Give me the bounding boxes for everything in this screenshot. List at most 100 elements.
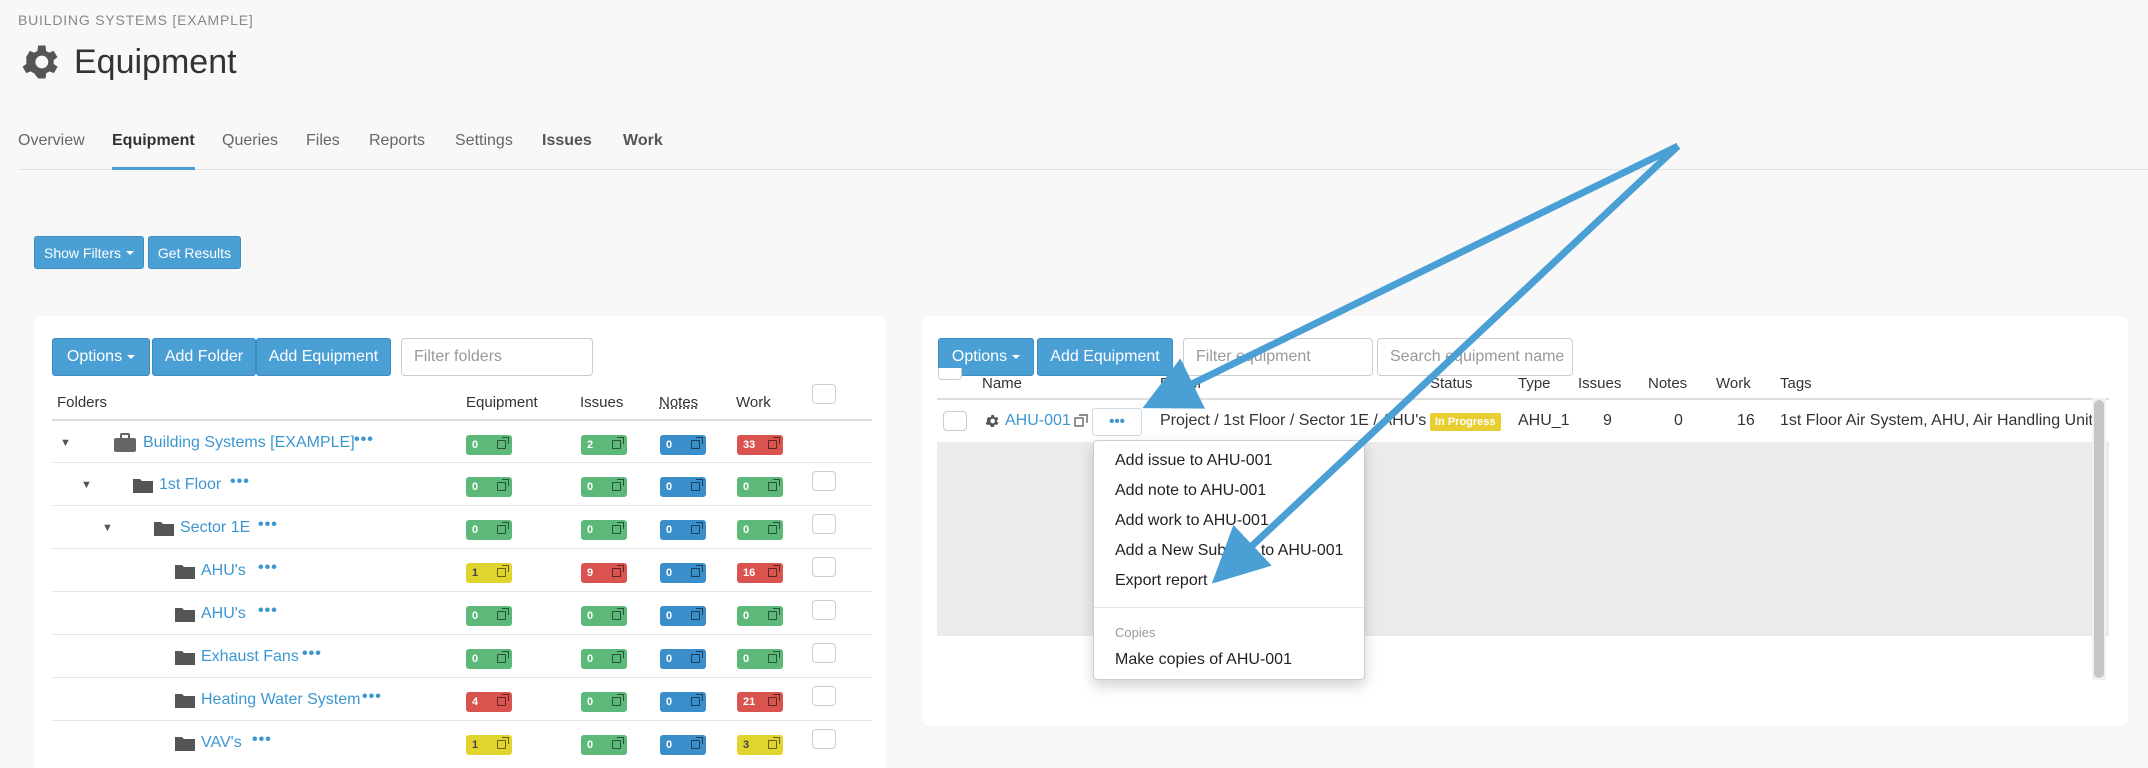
row-checkbox[interactable] — [812, 686, 836, 706]
notes-count-badge[interactable]: 0 — [660, 435, 706, 455]
row-checkbox[interactable] — [812, 600, 836, 620]
folder-row[interactable]: ▼ 1st Floor ••• 0 0 0 0 — [52, 462, 872, 505]
collapse-toggle-icon[interactable]: ▼ — [60, 437, 71, 449]
issues-count-badge[interactable]: 0 — [581, 735, 627, 755]
folder-label[interactable]: Building Systems [EXAMPLE] — [143, 434, 355, 452]
row-checkbox[interactable] — [812, 471, 836, 491]
equipment-count-badge[interactable]: 0 — [466, 606, 512, 626]
issues-count-badge[interactable]: 0 — [581, 520, 627, 540]
issues-count-badge[interactable]: 2 — [581, 435, 627, 455]
tab-settings[interactable]: Settings — [455, 132, 513, 170]
menu-item-add-subitem[interactable]: Add a New Subitem to AHU-001 — [1115, 542, 1344, 560]
more-options-icon[interactable]: ••• — [258, 559, 278, 577]
issues-count-badge[interactable]: 9 — [581, 563, 627, 583]
issues-count-badge[interactable]: 0 — [581, 477, 627, 497]
folder-label[interactable]: VAV's — [201, 734, 242, 752]
more-options-icon[interactable]: ••• — [302, 645, 322, 663]
equipment-count-badge[interactable]: 1 — [466, 563, 512, 583]
folder-row[interactable]: Exhaust Fans ••• 0 0 0 0 — [52, 634, 872, 677]
equipment-count-badge[interactable]: 0 — [466, 520, 512, 540]
add-equipment-button[interactable]: Add Equipment — [256, 338, 391, 376]
search-equipment-input[interactable]: Search equipment name — [1377, 338, 1573, 376]
options-button[interactable]: Options — [52, 338, 150, 376]
select-all-checkbox[interactable] — [938, 368, 962, 380]
more-options-icon[interactable]: ••• — [230, 473, 250, 491]
add-folder-button[interactable]: Add Folder — [152, 338, 256, 376]
filter-folders-input[interactable]: Filter folders — [401, 338, 593, 376]
row-checkbox[interactable] — [812, 643, 836, 663]
menu-item-add-note[interactable]: Add note to AHU-001 — [1115, 482, 1266, 500]
collapse-toggle-icon[interactable]: ▼ — [81, 479, 92, 491]
work-count-badge[interactable]: 33 — [737, 435, 783, 455]
row-actions-button[interactable]: ••• — [1092, 408, 1142, 436]
work-count-badge[interactable]: 0 — [737, 649, 783, 669]
equipment-count-badge[interactable]: 0 — [466, 435, 512, 455]
notes-count-badge[interactable]: 0 — [660, 649, 706, 669]
work-count-badge[interactable]: 0 — [737, 606, 783, 626]
notes-count-badge[interactable]: 0 — [660, 477, 706, 497]
folder-label[interactable]: AHU's — [201, 605, 246, 623]
folder-label[interactable]: Sector 1E — [180, 519, 250, 537]
issues-count-badge[interactable]: 0 — [581, 692, 627, 712]
issues-count-badge[interactable]: 0 — [581, 606, 627, 626]
row-checkbox[interactable] — [812, 729, 836, 749]
more-options-icon[interactable]: ••• — [354, 431, 374, 449]
folder-label[interactable]: Heating Water System — [201, 691, 360, 709]
row-checkbox[interactable] — [812, 557, 836, 577]
menu-item-add-issue[interactable]: Add issue to AHU-001 — [1115, 452, 1272, 470]
tab-reports[interactable]: Reports — [369, 132, 425, 170]
more-options-icon[interactable]: ••• — [252, 731, 272, 749]
work-count-badge[interactable]: 3 — [737, 735, 783, 755]
row-checkbox[interactable] — [943, 411, 967, 431]
equipment-count-badge[interactable]: 0 — [466, 649, 512, 669]
tab-issues[interactable]: Issues — [542, 132, 592, 170]
equipment-row[interactable]: AHU-001 ••• Project / 1st Floor / Sector… — [937, 400, 2109, 442]
get-results-button[interactable]: Get Results — [148, 236, 241, 269]
scrollbar-thumb[interactable] — [2094, 400, 2104, 678]
tab-work[interactable]: Work — [623, 132, 663, 170]
tab-equipment[interactable]: Equipment — [112, 132, 195, 170]
tab-overview[interactable]: Overview — [18, 132, 85, 170]
work-count-badge[interactable]: 0 — [737, 520, 783, 540]
filter-equipment-input[interactable]: Filter equipment — [1183, 338, 1373, 376]
equipment-count-badge[interactable]: 4 — [466, 692, 512, 712]
notes-count-badge[interactable]: 0 — [660, 606, 706, 626]
folder-label[interactable]: Exhaust Fans — [201, 648, 299, 666]
col-issues: Issues — [1578, 375, 1622, 392]
tab-queries[interactable]: Queries — [222, 132, 278, 170]
work-count-badge[interactable]: 21 — [737, 692, 783, 712]
equipment-count-badge[interactable]: 0 — [466, 477, 512, 497]
menu-item-export-report[interactable]: Export report — [1115, 572, 1207, 590]
issues-count-badge[interactable]: 0 — [581, 649, 627, 669]
notes-count-badge[interactable]: 0 — [660, 563, 706, 583]
notes-count-badge[interactable]: 0 — [660, 735, 706, 755]
row-checkbox[interactable] — [812, 514, 836, 534]
folder-row[interactable]: AHU's ••• 1 9 0 16 — [52, 548, 872, 591]
folder-row[interactable]: ▼ Building Systems [EXAMPLE] ••• 0 2 0 3… — [52, 419, 872, 462]
folder-label[interactable]: 1st Floor — [159, 476, 221, 494]
folder-label[interactable]: AHU's — [201, 562, 246, 580]
more-options-icon[interactable]: ••• — [258, 516, 278, 534]
folder-row[interactable]: Heating Water System ••• 4 0 0 21 — [52, 677, 872, 720]
notes-count-badge[interactable]: 0 — [660, 520, 706, 540]
collapse-toggle-icon[interactable]: ▼ — [102, 522, 113, 534]
add-equipment-button[interactable]: Add Equipment — [1037, 338, 1173, 376]
folder-row[interactable]: AHU's ••• 0 0 0 0 — [52, 591, 872, 634]
equipment-count-badge[interactable]: 1 — [466, 735, 512, 755]
notes-count-badge[interactable]: 0 — [660, 692, 706, 712]
select-all-checkbox[interactable] — [812, 384, 836, 404]
menu-item-add-work[interactable]: Add work to AHU-001 — [1115, 512, 1269, 530]
equipment-name-link[interactable]: AHU-001 — [1005, 412, 1071, 430]
copy-link-icon[interactable] — [1074, 414, 1088, 428]
more-options-icon[interactable]: ••• — [362, 688, 382, 706]
work-count-badge[interactable]: 0 — [737, 477, 783, 497]
folder-row[interactable]: ▼ Sector 1E ••• 0 0 0 0 — [52, 505, 872, 548]
scrollbar-track[interactable] — [2092, 398, 2106, 680]
work-count-badge[interactable]: 16 — [737, 563, 783, 583]
count-value: 0 — [587, 696, 594, 708]
menu-item-make-copies[interactable]: Make copies of AHU-001 — [1115, 651, 1292, 669]
tab-files[interactable]: Files — [306, 132, 340, 170]
folder-row[interactable]: VAV's ••• 1 0 0 3 — [52, 720, 872, 763]
more-options-icon[interactable]: ••• — [258, 602, 278, 620]
show-filters-button[interactable]: Show Filters — [34, 236, 144, 269]
